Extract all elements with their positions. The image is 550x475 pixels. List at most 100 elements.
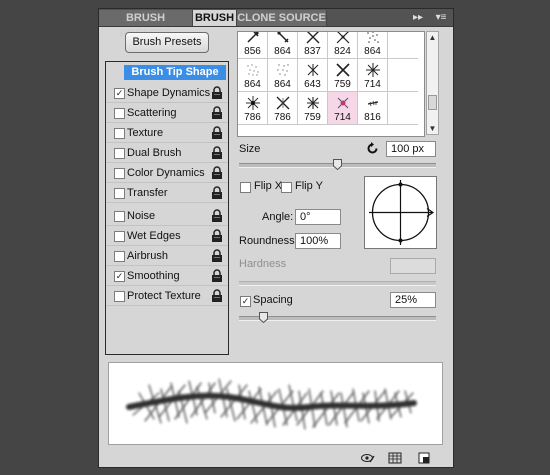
brush-tip-icon — [247, 32, 259, 43]
new-brush-icon[interactable] — [417, 452, 431, 464]
scroll-up-icon[interactable]: ▲ — [427, 32, 438, 43]
brush-tip-blank — [388, 32, 418, 59]
scroll-down-icon[interactable]: ▼ — [427, 123, 438, 134]
flip-y-label: Flip Y — [295, 180, 323, 192]
option-label: Shape Dynamics — [127, 87, 211, 99]
lock-icon[interactable] — [211, 146, 223, 160]
brush-size-label: 864 — [364, 46, 381, 57]
hardness-slider — [239, 281, 436, 286]
option-color-dynamics[interactable]: Color Dynamics — [106, 164, 228, 183]
checkbox[interactable] — [114, 128, 125, 139]
option-texture[interactable]: Texture — [106, 124, 228, 143]
tab-brush[interactable]: BRUSH — [193, 10, 237, 26]
brush-tip[interactable]: 714 — [358, 59, 388, 92]
brush-size-label: 856 — [244, 46, 261, 57]
brush-tip-icon — [246, 96, 260, 110]
roundness-input[interactable]: 100% — [295, 233, 341, 249]
spacing-input[interactable]: 25% — [390, 292, 436, 308]
option-transfer[interactable]: Transfer — [106, 184, 228, 203]
reset-size-icon[interactable] — [366, 142, 379, 155]
checkbox[interactable] — [114, 291, 125, 302]
checkbox[interactable]: ✓ — [114, 88, 125, 99]
option-label: Scattering — [127, 107, 177, 119]
brush-tip-icon — [307, 64, 319, 76]
brush-tip[interactable]: 824 — [328, 32, 358, 59]
option-label: Wet Edges — [127, 230, 181, 242]
lock-icon[interactable] — [211, 106, 223, 120]
flip-y-checkbox[interactable] — [281, 182, 292, 193]
brush-tip[interactable]: 864 — [268, 59, 298, 92]
angle-input[interactable]: 0° — [295, 209, 341, 225]
roundness-label: Roundness: — [239, 235, 298, 247]
size-slider-thumb[interactable] — [333, 159, 342, 170]
brush-tip[interactable]: 864 — [238, 59, 268, 92]
option-label: Brush Tip Shape — [131, 66, 219, 78]
spacing-slider-thumb[interactable] — [259, 312, 268, 323]
collapse-icon[interactable]: ▸▸ — [411, 11, 425, 25]
brush-tip[interactable]: 759 — [298, 92, 328, 125]
lock-icon[interactable] — [211, 186, 223, 200]
checkbox[interactable] — [114, 231, 125, 242]
brush-tip[interactable]: 856 — [238, 32, 268, 59]
brush-tip[interactable]: 837 — [298, 32, 328, 59]
checkbox[interactable]: ✓ — [114, 271, 125, 282]
option-noise[interactable]: Noise — [106, 207, 228, 226]
lock-icon[interactable] — [211, 126, 223, 140]
brush-tip-blank — [388, 92, 418, 125]
brush-presets-button[interactable]: Brush Presets — [125, 32, 209, 53]
size-input[interactable]: 100 px — [386, 141, 436, 157]
brush-tip[interactable]: 864 — [268, 32, 298, 59]
brush-tip-icon — [367, 32, 379, 43]
brush-tip-icon — [307, 97, 319, 109]
brush-tip[interactable]: 759 — [328, 59, 358, 92]
brush-tip-icon — [277, 64, 289, 76]
brush-tip-scrollbar[interactable]: ▲ ▼ — [426, 31, 439, 135]
lock-icon[interactable] — [211, 249, 223, 263]
option-dual-brush[interactable]: Dual Brush — [106, 144, 228, 163]
option-protect-texture[interactable]: Protect Texture — [106, 287, 228, 306]
tab-clone-source[interactable]: CLONE SOURCE — [237, 10, 327, 26]
brush-tip[interactable]: 816 — [358, 92, 388, 125]
size-label: Size — [239, 143, 261, 155]
checkbox[interactable] — [114, 108, 125, 119]
option-scattering[interactable]: Scattering — [106, 104, 228, 123]
brush-tip-selected[interactable]: 714 — [328, 92, 358, 125]
tab-brush-presets[interactable]: BRUSH PRESETS — [99, 10, 193, 40]
option-wet-edges[interactable]: Wet Edges — [106, 227, 228, 246]
lock-icon[interactable] — [211, 269, 223, 283]
checkbox[interactable] — [114, 168, 125, 179]
option-label: Texture — [127, 127, 164, 139]
lock-icon[interactable] — [211, 229, 223, 243]
brush-size-label: 816 — [364, 112, 381, 123]
spacing-slider[interactable] — [239, 316, 436, 321]
flip-x-checkbox[interactable] — [240, 182, 251, 193]
option-label: Color Dynamics — [127, 167, 205, 179]
brush-size-label: 837 — [304, 46, 321, 57]
brush-tip[interactable]: 643 — [298, 59, 328, 92]
checkbox[interactable] — [114, 188, 125, 199]
brush-tip[interactable]: 786 — [268, 92, 298, 125]
lock-icon[interactable] — [211, 209, 223, 223]
brush-grid-icon[interactable] — [388, 452, 402, 464]
brush-tip[interactable]: 786 — [238, 92, 268, 125]
angle-roundness-widget[interactable] — [364, 176, 437, 249]
lock-icon[interactable] — [211, 289, 223, 303]
lock-icon[interactable] — [211, 166, 223, 180]
scroll-thumb[interactable] — [428, 95, 437, 110]
option-brush-tip-shape[interactable]: Brush Tip Shape — [106, 64, 228, 83]
brush-tip-icon — [336, 32, 350, 44]
option-smoothing[interactable]: ✓ Smoothing — [106, 267, 228, 286]
spacing-checkbox[interactable]: ✓ — [240, 296, 251, 307]
option-airbrush[interactable]: Airbrush — [106, 247, 228, 266]
option-highlight: Brush Tip Shape — [124, 65, 226, 80]
option-shape-dynamics[interactable]: ✓ Shape Dynamics — [106, 84, 228, 103]
brush-tip[interactable]: 864 — [358, 32, 388, 59]
panel-menu-icon[interactable]: ▾≡ — [432, 11, 450, 25]
checkbox[interactable] — [114, 211, 125, 222]
brush-tip-grid[interactable]: 856 864 837 824 864 864 864 643 759 714 … — [237, 31, 425, 137]
toggle-visibility-icon[interactable] — [361, 452, 375, 464]
checkbox[interactable] — [114, 251, 125, 262]
checkbox[interactable] — [114, 148, 125, 159]
brush-stroke-preview-image — [126, 378, 417, 430]
lock-icon[interactable] — [211, 86, 223, 100]
